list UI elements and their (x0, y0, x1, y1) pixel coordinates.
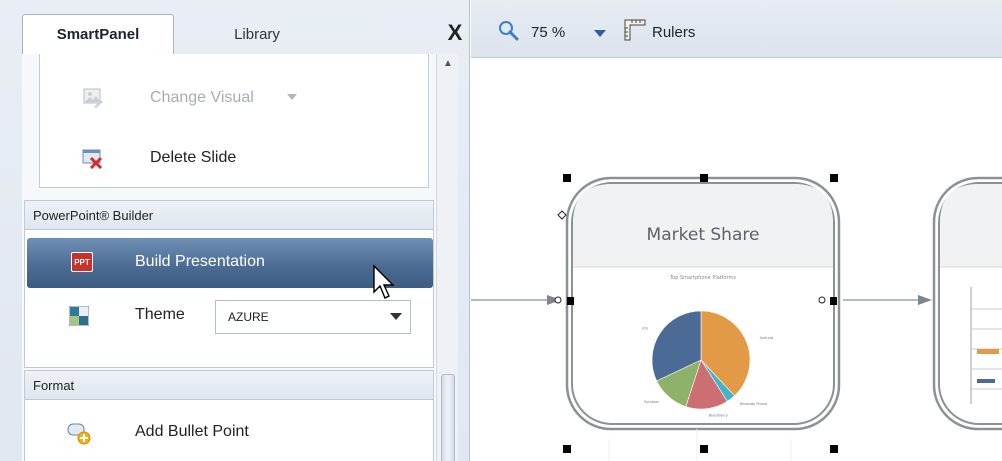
pie-slice-label: Android (760, 336, 774, 340)
zoom-icon[interactable] (497, 19, 519, 41)
diagram-svg: Market Share Top Smartphone Platforms An… (471, 174, 1002, 461)
add-bullet-label: Add Bullet Point (135, 423, 249, 440)
chevron-down-icon (390, 313, 402, 320)
change-visual-item[interactable]: Change Visual (40, 76, 428, 120)
resize-handle (563, 445, 571, 453)
zoom-value[interactable]: 75 % (531, 24, 565, 41)
panel-content: Change Visual Delete Slide PowerPoint® B… (22, 54, 436, 461)
canvas-toolbar: 75 % Rulers (471, 0, 1002, 58)
powerpoint-builder-header[interactable]: PowerPoint® Builder (24, 200, 434, 230)
resize-handle (563, 174, 571, 182)
zoom-dropdown-icon[interactable] (594, 30, 606, 37)
rulers-icon[interactable] (624, 19, 646, 41)
close-panel-button[interactable]: X (444, 20, 466, 46)
rulers-toggle[interactable]: Rulers (652, 24, 695, 41)
resize-handle (567, 297, 574, 305)
pie-slice-label: Windows Phone (740, 402, 768, 406)
theme-label: Theme (135, 306, 185, 323)
chart-title: Top Smartphone Platforms (669, 275, 736, 281)
format-body: Add Bullet Point (24, 400, 434, 461)
tab-smartpanel[interactable]: SmartPanel (22, 14, 174, 54)
scroll-up-icon[interactable]: ▲ (437, 58, 459, 74)
arrowhead-icon (918, 295, 932, 305)
smart-panel: SmartPanel Library X Change Visual Delet… (0, 0, 470, 461)
scroll-thumb[interactable] (441, 374, 455, 461)
chevron-down-icon (287, 94, 297, 100)
rotate-handle (557, 210, 567, 220)
visual-actions-group: Change Visual Delete Slide (39, 54, 429, 188)
resize-handle (830, 174, 838, 182)
pie-slice-label: Symbian (644, 400, 659, 404)
panel-scrollbar[interactable]: ▲ (436, 54, 458, 461)
pie-chart (651, 310, 751, 410)
ppt-icon: PPT (71, 252, 93, 272)
format-header[interactable]: Format (24, 370, 434, 400)
add-bullet-icon (67, 421, 91, 445)
tab-library[interactable]: Library (182, 14, 332, 54)
connection-point-icon (818, 296, 826, 304)
resize-handle (830, 297, 837, 305)
diagram-canvas[interactable]: Market Share Top Smartphone Platforms An… (471, 59, 1002, 461)
change-visual-icon (82, 87, 104, 109)
add-bullet-point-item[interactable]: Add Bullet Point (25, 410, 433, 454)
resize-handle (830, 445, 838, 453)
delete-slide-icon (82, 147, 104, 170)
delete-slide-item[interactable]: Delete Slide (40, 136, 428, 180)
pie-slice-label: iOS (642, 326, 649, 330)
panel-tab-bar: SmartPanel Library X (0, 0, 470, 54)
build-presentation-label: Build Presentation (135, 253, 265, 270)
pie-slice-label: BlackBerry (709, 414, 728, 418)
mouse-cursor-icon (373, 264, 395, 299)
theme-select[interactable]: AZURE (215, 300, 411, 334)
slide-title: Market Share (647, 225, 760, 245)
theme-icon (68, 305, 90, 327)
slide-node-next[interactable] (932, 176, 1002, 431)
theme-select-value: AZURE (228, 310, 269, 324)
resize-handle (700, 174, 708, 182)
change-visual-label: Change Visual (150, 89, 254, 106)
delete-slide-label: Delete Slide (150, 149, 237, 166)
resize-handle (700, 445, 708, 453)
connection-point-icon (554, 296, 562, 304)
